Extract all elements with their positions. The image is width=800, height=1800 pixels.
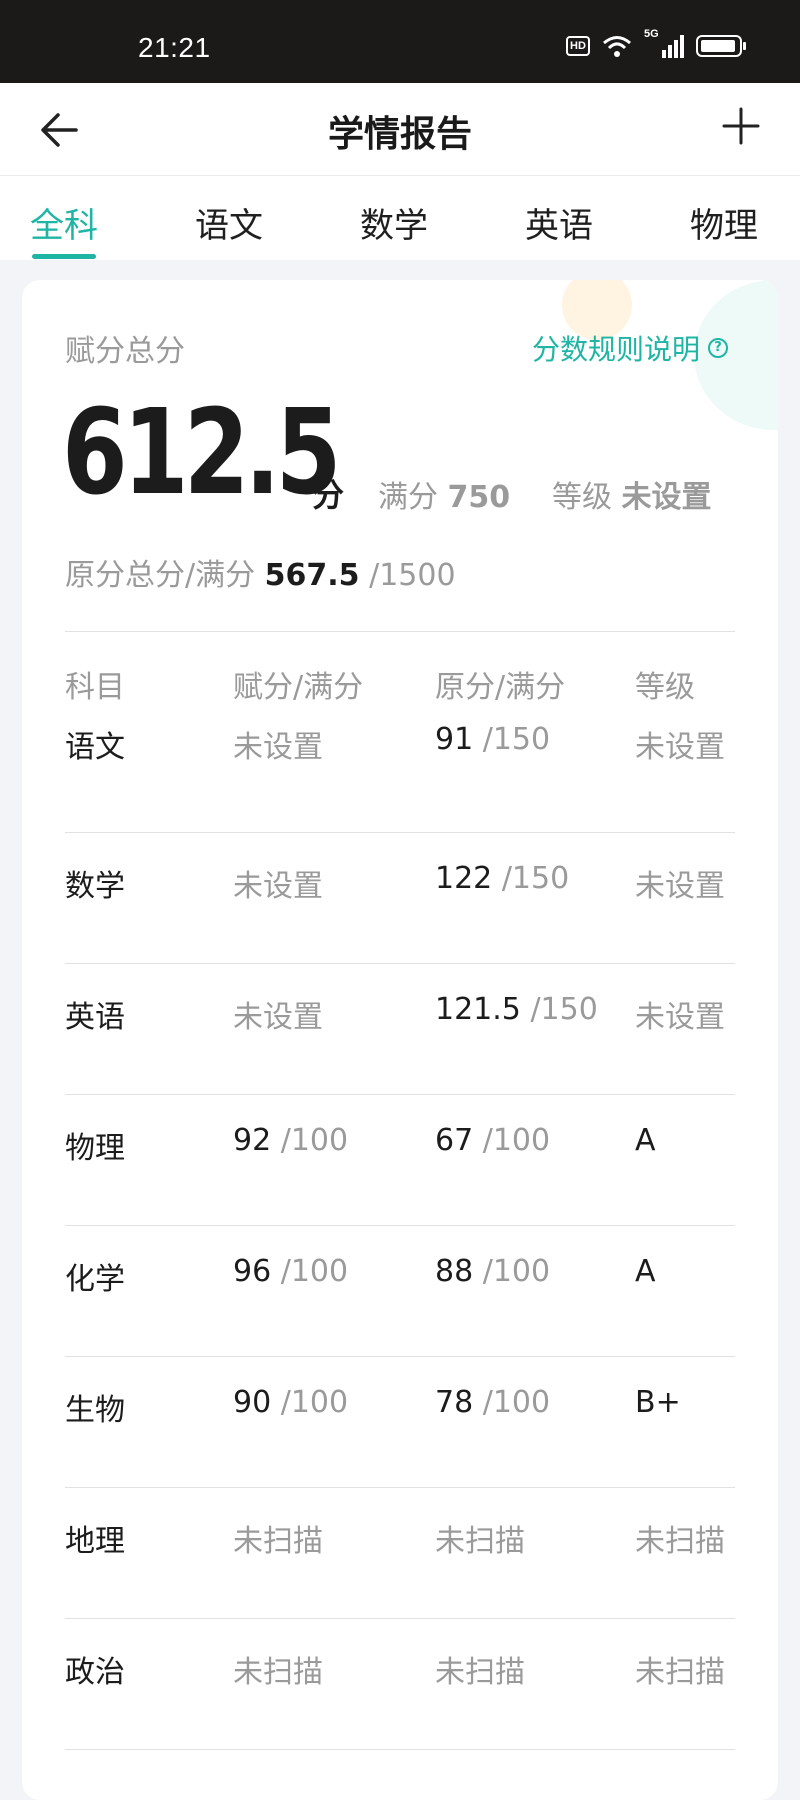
hd-icon: HD [566,36,590,56]
row-scaled: 96 /100 [233,1254,349,1289]
plus-icon[interactable] [718,103,764,149]
row-raw: 122 /150 [435,861,570,896]
row-scaled: 92 /100 [233,1123,349,1158]
divider [65,631,735,632]
row-grade: 未设置 [635,869,725,904]
score-table: 语文 未设置 91 /150 未设置 数学 未设置 122 /150 未设置 英… [65,702,735,1750]
row-subject: 化学 [65,1262,125,1297]
grade: 等级 未设置 [552,472,712,516]
raw-score-full: /1500 [369,558,456,593]
row-raw: 78 /100 [435,1385,551,1420]
status-icons: HD 5G [566,28,746,58]
row-subject: 物理 [65,1131,125,1166]
table-header: 科目 赋分/满分 原分/满分 等级 [65,662,745,705]
tab-physics[interactable]: 物理 [690,198,758,247]
active-tab-indicator [32,254,96,259]
row-grade: 未设置 [635,1000,725,1035]
tab-chinese[interactable]: 语文 [195,198,263,247]
header-scaled: 赋分/满分 [233,670,364,705]
row-subject: 数学 [65,869,125,904]
raw-score-label: 原分总分/满分 [65,558,256,593]
table-row: 英语 未设置 121.5 /150 未设置 [65,964,735,1095]
total-score-label: 赋分总分 [65,334,185,369]
row-grade: B+ [635,1385,681,1420]
row-scaled: 未扫描 [233,1655,323,1690]
header-grade: 等级 [635,670,695,705]
table-row: 物理 92 /100 67 /100 A [65,1095,735,1226]
row-subject: 地理 [65,1524,125,1559]
tab-english[interactable]: 英语 [525,198,593,247]
status-bar: 21:21 HD 5G [0,0,800,83]
row-grade: 未设置 [635,730,725,765]
tab-math[interactable]: 数学 [360,198,428,247]
score-unit: 分 [312,476,345,514]
row-raw: 88 /100 [435,1254,551,1289]
row-grade: A [635,1254,656,1289]
row-scaled: 90 /100 [233,1385,349,1420]
score-card: 赋分总分 分数规则说明 ? 612.5 分 满分 750 等级 未设置 原分总分… [22,280,778,1800]
subject-tab-bar: 全科 语文 数学 英语 物理 [0,176,800,260]
status-time: 21:21 [138,32,211,63]
header-subject: 科目 [65,670,125,705]
table-row: 地理 未扫描 未扫描 未扫描 [65,1488,735,1619]
row-scaled: 未扫描 [233,1524,323,1559]
row-scaled: 未设置 [233,1000,323,1035]
row-raw: 91 /150 [435,722,551,757]
score-rules-link[interactable]: 分数规则说明 ? [532,328,728,368]
row-raw: 121.5 /150 [435,992,598,1027]
page-title: 学情报告 [327,114,472,155]
wifi-icon [603,36,631,57]
grade-label: 等级 [552,480,612,515]
row-subject: 语文 [65,730,125,765]
row-grade: 未扫描 [635,1655,725,1690]
score-rules-label: 分数规则说明 [531,333,700,366]
row-subject: 政治 [65,1655,125,1690]
row-subject: 生物 [65,1393,125,1428]
raw-score-line: 原分总分/满分 567.5 /1500 [65,550,456,594]
table-row: 生物 90 /100 78 /100 B+ [65,1357,735,1488]
full-score-label: 满分 [378,480,438,515]
battery-icon [696,35,746,57]
row-scaled: 未设置 [233,869,323,904]
table-row: 化学 96 /100 88 /100 A [65,1226,735,1357]
grade-value: 未设置 [621,480,712,515]
row-raw: 未扫描 [435,1655,525,1690]
row-grade: A [635,1123,656,1158]
header-raw: 原分/满分 [435,670,566,705]
row-grade: 未扫描 [635,1524,725,1559]
table-row: 政治 未扫描 未扫描 未扫描 [65,1619,735,1750]
row-raw: 67 /100 [435,1123,551,1158]
tab-all-subjects[interactable]: 全科 [30,198,98,247]
signal-icon: 5G [644,28,684,58]
row-scaled: 未设置 [233,730,323,765]
table-row: 语文 未设置 91 /150 未设置 [65,702,735,833]
row-subject: 英语 [65,1000,125,1035]
full-score: 满分 750 [378,472,510,516]
app-header: 学情报告 [0,83,800,176]
row-raw: 未扫描 [435,1524,525,1559]
raw-score-value: 567.5 [264,558,360,593]
total-score-value: 612.5 [62,383,341,521]
question-circle-icon: ? [708,338,728,358]
table-row: 数学 未设置 122 /150 未设置 [65,833,735,964]
full-score-value: 750 [447,480,511,515]
network-label: 5G [644,28,659,40]
